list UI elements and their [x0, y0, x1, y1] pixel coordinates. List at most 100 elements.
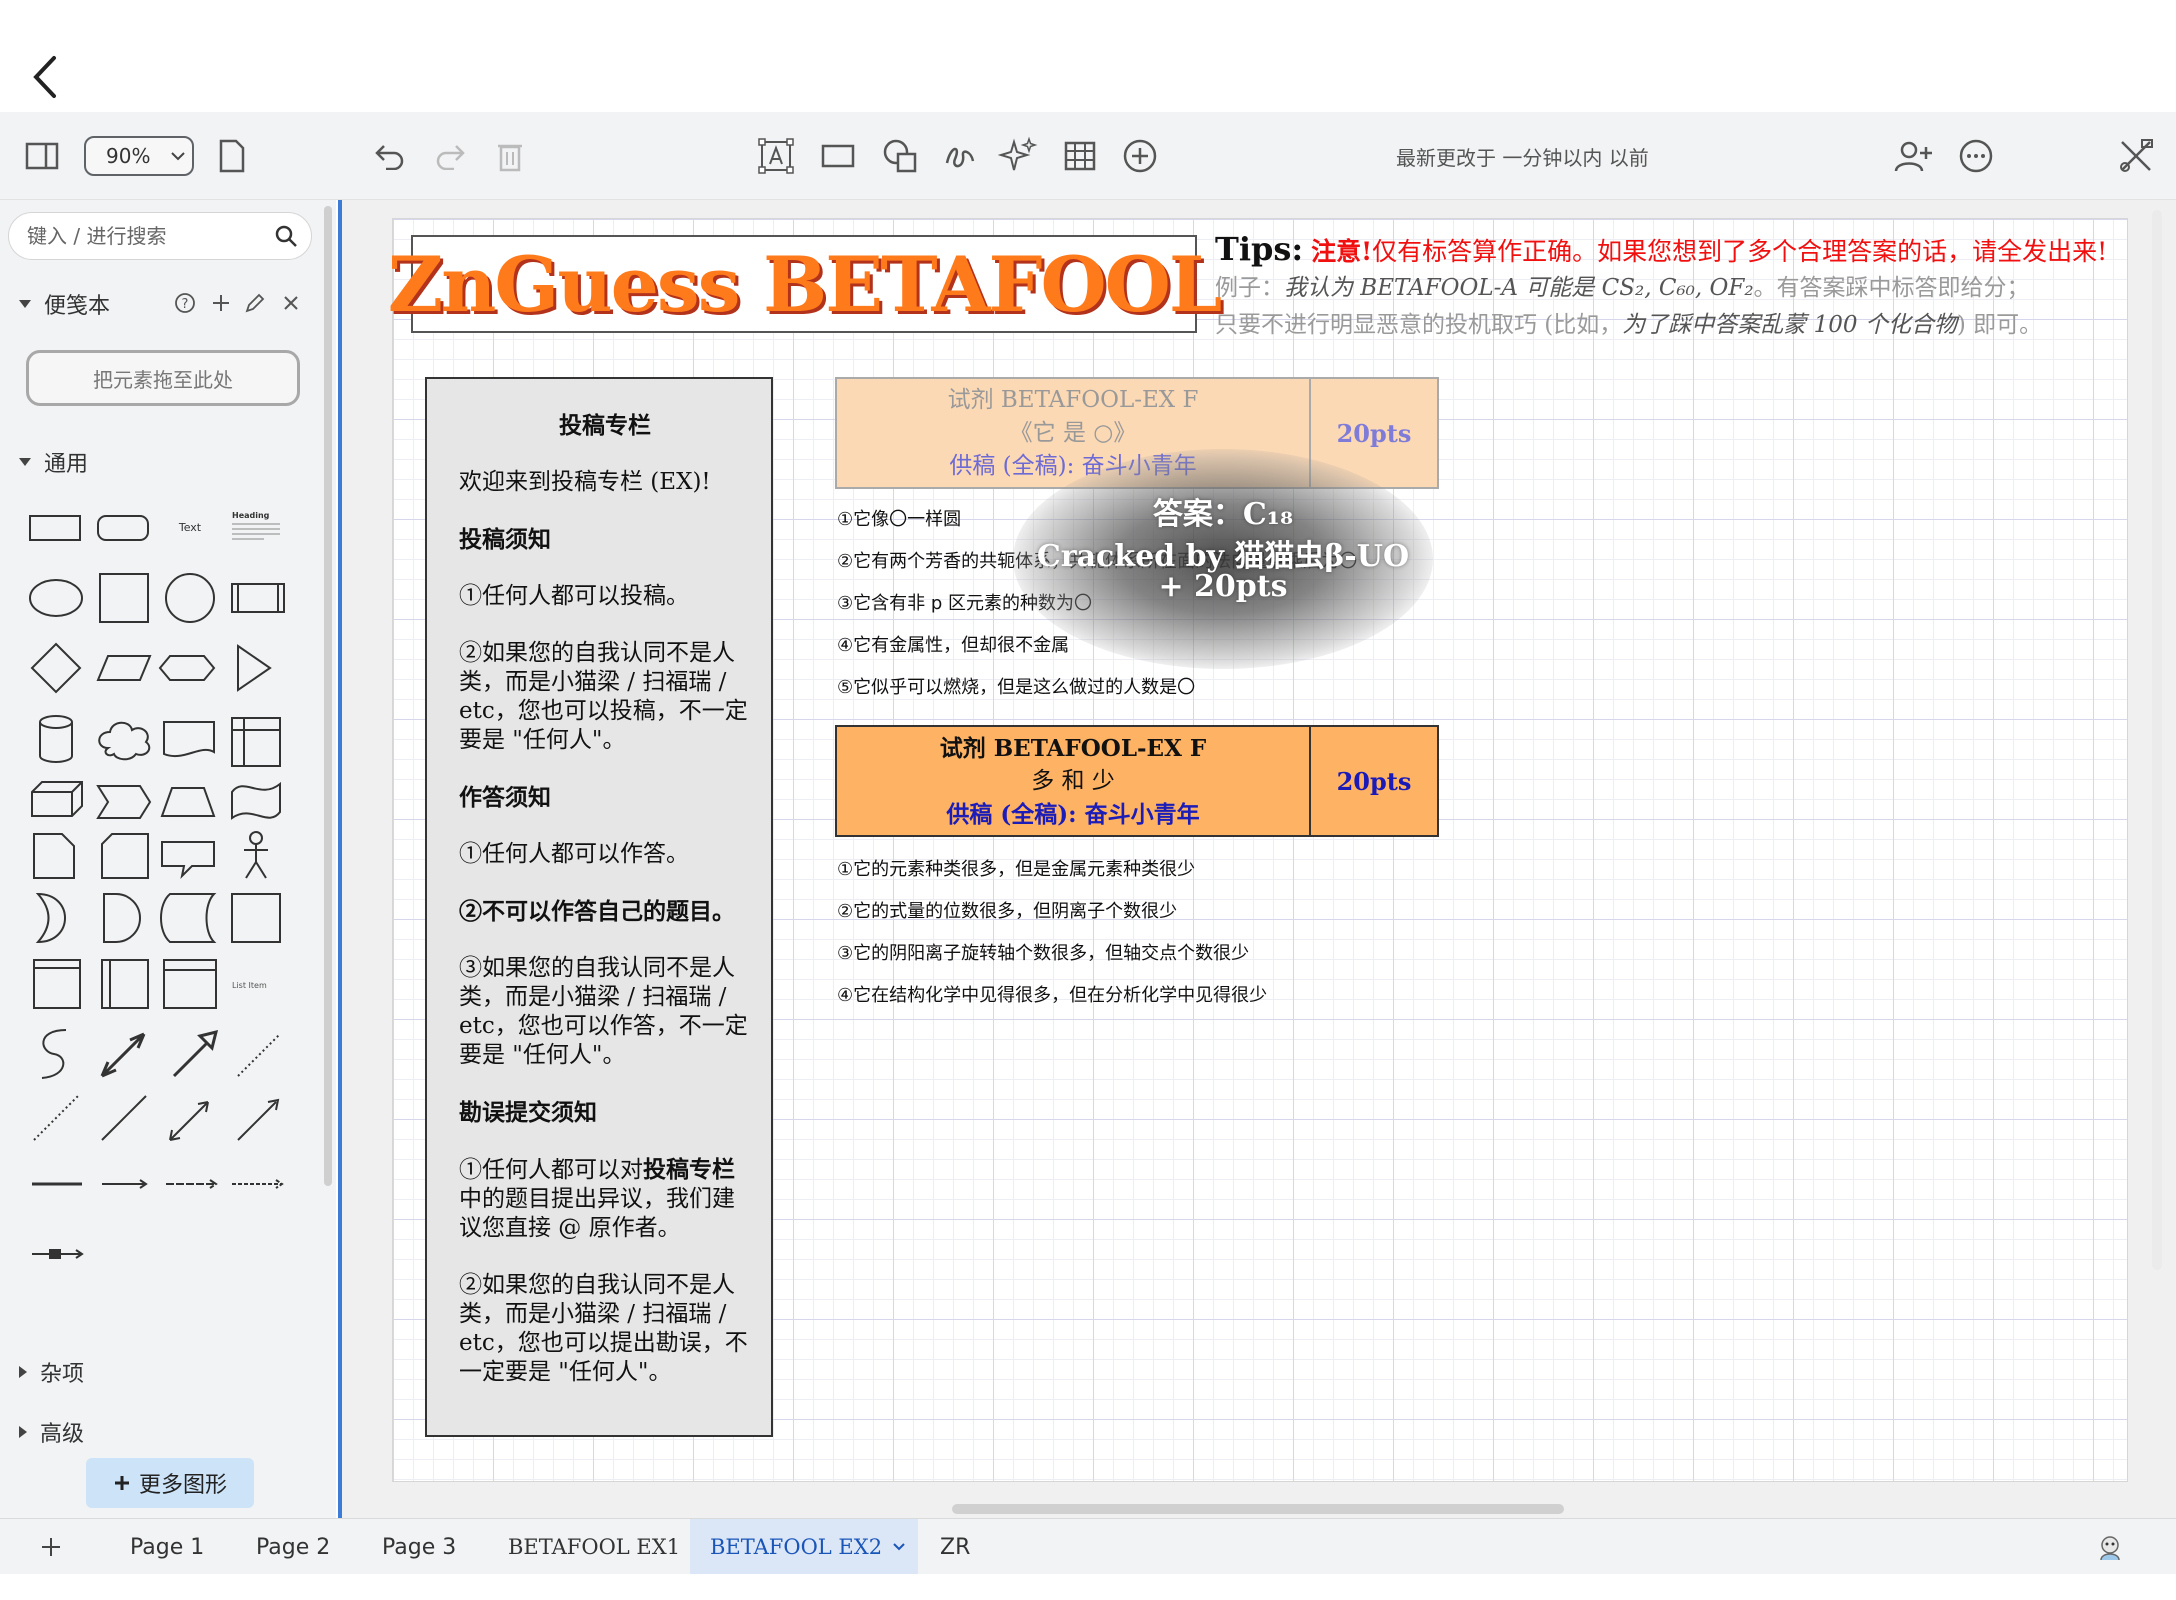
shape-rounded-rectangle [97, 515, 149, 541]
share-button[interactable] [1892, 134, 1936, 178]
shapes-icon [883, 139, 917, 173]
tab-page-1[interactable]: Page 1 [130, 1519, 204, 1575]
shape-cylinder [39, 715, 73, 763]
redo-icon [436, 145, 465, 170]
question-1-clue-5: ⑤它似乎可以燃烧，但是这么做过的人数是〇 [837, 677, 1196, 698]
freehand-button[interactable] [938, 134, 982, 178]
scratchpad-drop-zone[interactable]: 把元素拖至此处 [26, 350, 300, 406]
misc-label: 杂项 [40, 1362, 85, 1387]
shape-triangle [237, 644, 272, 692]
question-2-author: 供稿 (全稿): 奋斗小青年 [946, 800, 1200, 828]
advanced-header[interactable]: 高级 [18, 1416, 84, 1448]
tab-page-3[interactable]: Page 3 [382, 1519, 456, 1575]
shape-search-input[interactable] [8, 212, 312, 260]
shape-data-storage [160, 893, 217, 943]
undo-button[interactable] [368, 134, 412, 178]
caret-down-icon [19, 300, 31, 308]
tab-betafool-ex1[interactable]: BETAFOOL EX1 [508, 1519, 680, 1575]
insert-more-button[interactable] [1118, 134, 1162, 178]
back-button[interactable] [26, 52, 66, 102]
last-change-status[interactable]: 最新更改于 一分钟以内 以前 [1396, 142, 1649, 171]
page-tab-bar: Page 1 Page 2 Page 3 BETAFOOL EX1 BETAFO… [0, 1518, 2176, 1575]
diagram-canvas[interactable]: ZnGuess BETAFOOL Tips: 注意!仅有标答算作正确。如果您想到… [342, 200, 2176, 1518]
tips-warning: 注意! [1311, 237, 1373, 266]
scratchpad-header[interactable]: 便笺本 [18, 288, 110, 320]
answer-rule-2: ②不可以作答自己的题目。 [459, 898, 735, 925]
shape-swimlane [101, 959, 149, 1009]
submit-rule-1: ①任何人都可以投稿。 [459, 583, 689, 609]
chevron-down-icon [893, 1543, 905, 1551]
shape-list [163, 959, 217, 1009]
question-2-clue-2: ②它的式量的位数很多，但阴离子个数很少 [837, 901, 1178, 922]
svg-text:?: ? [182, 297, 189, 312]
canvas-horizontal-scrollbar[interactable] [952, 1504, 1564, 1514]
tips-box[interactable]: Tips: 注意!仅有标答算作正确。如果您想到了多个合理答案的话，请全发出来! … [1215, 231, 2125, 344]
question-2-subtitle: 多 和 少 [1031, 767, 1115, 794]
submit-heading: 投稿须知 [459, 526, 551, 553]
answer-overlay[interactable]: 答案：C₁₈ Cracked by 猫猫虫β-UO + 20pts [1013, 449, 1433, 669]
add-page-button[interactable] [40, 1519, 62, 1575]
tab-betafool-ex2[interactable]: BETAFOOL EX2 [690, 1519, 919, 1575]
connector-bidirectional-arrow [100, 1032, 146, 1078]
zoom-select[interactable]: 90% [84, 136, 194, 176]
caret-right-icon [19, 1426, 27, 1438]
sidebar-scrollbar[interactable] [324, 206, 332, 1186]
tab-page-2[interactable]: Page 2 [256, 1519, 330, 1575]
chevron-left-icon [33, 56, 56, 98]
errata-rule-1: ①任何人都可以对投稿专栏中的题目提出异议，我们建议您直接 @ 原作者。 [459, 1155, 751, 1243]
shape-note [33, 833, 75, 879]
edit-icon[interactable] [244, 292, 266, 314]
question-2-title: 试剂 BETAFOOL-EX F [939, 734, 1207, 762]
more-shapes-button[interactable]: 更多图形 [86, 1458, 254, 1508]
caret-right-icon [19, 1366, 27, 1378]
submit-rule-2: ②如果您的自我认同不是人类，而是小猫梁 / 扫福瑞 / etc，您也可以投稿，不… [459, 640, 748, 753]
shape-parallelogram [96, 655, 152, 681]
user-avatar[interactable] [2096, 1519, 2124, 1575]
canvas-vertical-scrollbar[interactable] [2152, 210, 2162, 1270]
redo-button[interactable] [428, 134, 472, 178]
plus-icon[interactable] [210, 292, 232, 314]
shape-internal-storage [231, 717, 281, 767]
tips-line3-prefix: 只要不进行明显恶意的投机取巧 (比如， [1215, 312, 1623, 338]
overlay-bonus: + 20pts [1158, 569, 1288, 604]
shape-diamond [30, 642, 82, 694]
shape-square [99, 573, 149, 623]
connector-dash-arrow [166, 1179, 218, 1189]
undo-icon [375, 145, 404, 170]
search-icon[interactable] [274, 224, 298, 248]
insert-text-button[interactable] [754, 134, 798, 178]
shape-library[interactable]: Text Heading List Item [24, 496, 294, 1296]
submission-panel[interactable]: 投稿专栏 欢迎来到投稿专栏 (EX)! 投稿须知 ①任何人都可以投稿。 ②如果您… [425, 377, 773, 1437]
shape-actor [249, 831, 263, 845]
answer-heading: 作答须知 [459, 784, 551, 811]
panel-welcome: 欢迎来到投稿专栏 (EX)! [459, 469, 711, 495]
diagram-page[interactable]: ZnGuess BETAFOOL Tips: 注意!仅有标答算作正确。如果您想到… [388, 218, 2128, 1482]
connector-dashed [33, 1095, 79, 1141]
collapse-toolbar-button[interactable] [2114, 134, 2158, 178]
general-label: 通用 [44, 452, 89, 477]
help-icon[interactable]: ? [174, 292, 196, 314]
insert-rectangle-button[interactable] [816, 134, 860, 178]
ai-generate-button[interactable] [996, 134, 1040, 178]
question-2-points: 20pts [1336, 766, 1412, 796]
caret-down-icon [19, 458, 31, 466]
general-header[interactable]: 通用 [18, 446, 88, 478]
page-setup-button[interactable] [210, 134, 254, 178]
shape-cloud [98, 721, 151, 761]
shape-card [101, 833, 149, 879]
connector-double-arrow [169, 1101, 209, 1141]
top-bar [0, 0, 2176, 112]
question-card-2[interactable]: 试剂 BETAFOOL-EX F 多 和 少 供稿 (全稿): 奋斗小青年 20… [835, 725, 1439, 837]
title-box[interactable]: ZnGuess BETAFOOL [388, 235, 1222, 333]
insert-shapes-button[interactable] [878, 134, 922, 178]
shape-cube [31, 781, 83, 817]
delete-button[interactable] [488, 134, 532, 178]
more-options-button[interactable] [1954, 134, 1998, 178]
sparkle-icon [998, 136, 1038, 171]
misc-header[interactable]: 杂项 [18, 1356, 84, 1388]
tab-zr[interactable]: ZR [940, 1519, 970, 1575]
close-icon[interactable] [280, 292, 302, 314]
insert-table-button[interactable] [1058, 134, 1102, 178]
format-panel-toggle[interactable] [20, 134, 64, 178]
advanced-label: 高级 [40, 1422, 85, 1447]
